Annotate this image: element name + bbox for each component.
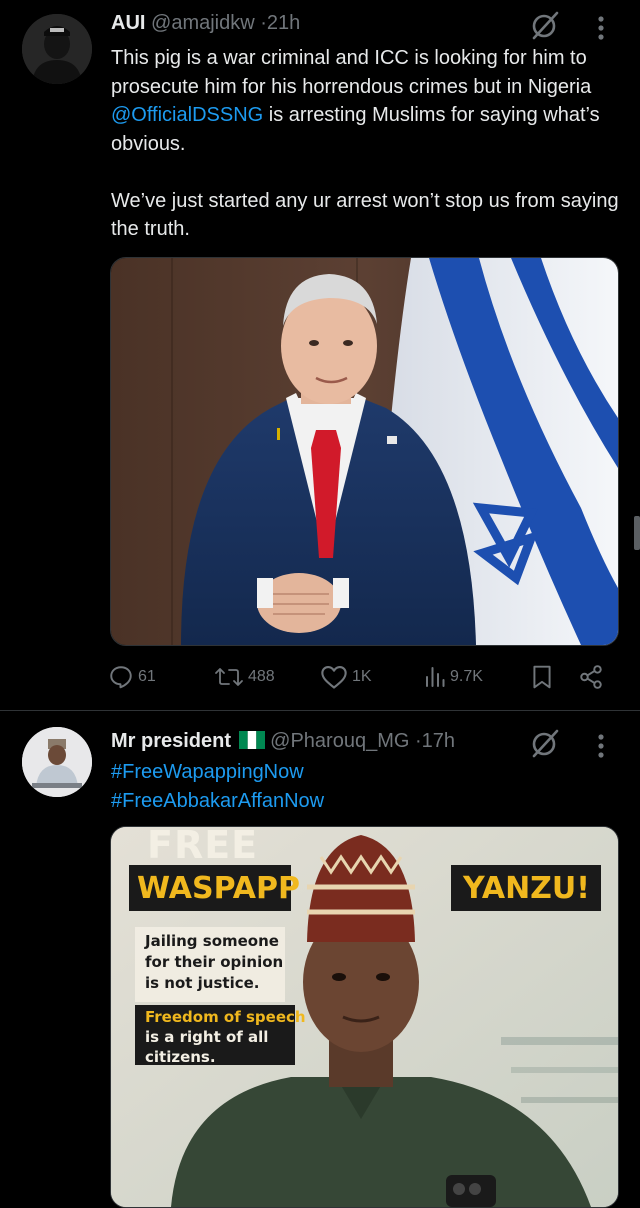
repost-count: 488 (248, 668, 275, 685)
tweet-text-part: This pig is a war criminal and ICC is lo… (111, 47, 592, 98)
poster-line: Jailing someone (145, 932, 279, 950)
bookmark-icon (533, 665, 551, 689)
bookmark-button[interactable] (531, 662, 553, 692)
reply-count: 61 (138, 668, 156, 685)
like-count: 1K (352, 668, 372, 685)
repost-icon (215, 668, 243, 686)
tweet-header: Mr president @Pharouq_MG ·17h (111, 728, 455, 754)
avatar-image (22, 14, 92, 84)
tweet-photo[interactable] (110, 257, 619, 646)
portrait-photo (111, 258, 618, 645)
reply-button[interactable]: 61 (108, 662, 156, 692)
hashtag-link[interactable]: #FreeAbbakarAffanNow (111, 787, 626, 816)
grok-icon[interactable] (530, 728, 560, 758)
like-button[interactable]: 1K (320, 662, 372, 692)
tweet-text: This pig is a war criminal and ICC is lo… (111, 44, 626, 244)
user-handle[interactable]: @Pharouq_MG (270, 730, 409, 752)
tweet-amajidkw[interactable]: AUI @amajidkw ·21h This pig is a war cri… (0, 0, 640, 710)
display-name[interactable]: Mr president (111, 730, 231, 752)
tweet-photo[interactable]: FREE WASPAPP YANZU! Jailing someone for … (110, 826, 619, 1208)
share-button[interactable] (578, 662, 604, 692)
repost-button[interactable]: 488 (214, 662, 275, 692)
separator-dot: · (414, 730, 422, 752)
more-options-icon[interactable] (597, 733, 605, 759)
user-handle[interactable]: @amajidkw (151, 12, 255, 34)
avatar[interactable] (22, 14, 92, 84)
display-name[interactable]: AUI (111, 12, 145, 34)
heart-icon (321, 666, 347, 689)
poster-line: citizens. (145, 1048, 216, 1066)
timestamp[interactable]: 21h (267, 12, 300, 34)
share-icon (580, 665, 602, 689)
views-button[interactable]: 9.7K (424, 662, 483, 692)
poster-yanzu-text: YANZU! (463, 871, 590, 906)
more-options-icon[interactable] (597, 15, 605, 41)
poster-message-1: Jailing someone for their opinion is not… (145, 931, 283, 994)
tweet-pharouq-mg[interactable]: Mr president @Pharouq_MG ·17h #FreeWapap… (0, 711, 640, 1208)
reply-icon (110, 666, 132, 689)
poster-line: for their opinion (145, 953, 284, 971)
poster-free-text: FREE (147, 826, 259, 867)
tweet-text-paragraph: We’ve just started any ur arrest won’t s… (111, 189, 619, 241)
timestamp[interactable]: 17h (422, 730, 455, 752)
poster-line: Freedom of speech (145, 1008, 306, 1026)
view-count: 9.7K (450, 668, 483, 685)
mention-link[interactable]: @OfficialDSSNG (111, 104, 263, 126)
poster-line: is a right of all (145, 1028, 269, 1046)
tweet-actions-bar: 61 488 1K 9.7K (108, 662, 608, 692)
poster-line: is not justice. (145, 974, 260, 992)
nigeria-flag-icon (238, 730, 265, 749)
avatar[interactable] (22, 727, 92, 797)
poster-waspapp-text: WASPAPP (137, 871, 300, 906)
hashtag-link[interactable]: #FreeWapappingNow (111, 758, 626, 787)
tweet-text: #FreeWapappingNow #FreeAbbakarAffanNow (111, 758, 626, 815)
views-chart-icon (426, 667, 445, 687)
poster-message-2: Freedom of speech is a right of all citi… (145, 1007, 306, 1067)
avatar-image (22, 727, 92, 797)
tweet-header: AUI @amajidkw ·21h (111, 10, 300, 36)
separator-dot: · (260, 12, 267, 34)
grok-icon[interactable] (530, 10, 560, 40)
scrollbar-thumb[interactable] (634, 516, 640, 550)
